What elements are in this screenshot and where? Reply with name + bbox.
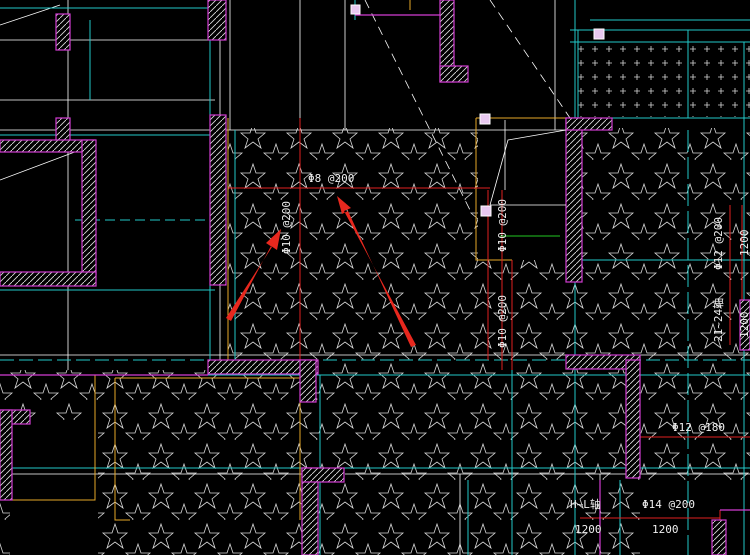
wall-segment	[209, 114, 227, 286]
wall-segment	[301, 467, 345, 483]
rebar-label-top: Φ8 @200	[308, 172, 354, 185]
rebar-label-center-lower: Φ10 @200	[496, 295, 509, 348]
dimension-label-bottom-left: 1200	[575, 523, 602, 536]
rebar-label-right-lower: Φ12 @180	[672, 421, 725, 434]
slab-hatch-plus-top-right	[578, 42, 750, 117]
dimension-label-right-top: 1200	[738, 230, 750, 257]
grip-square[interactable]	[593, 28, 605, 40]
dimension-label-bottom-right: 1200	[652, 523, 679, 536]
wall-segment	[55, 13, 71, 51]
wall-segment	[81, 139, 97, 276]
axis-range-label-right: 21~24轴	[711, 298, 725, 342]
opening-void	[478, 118, 566, 260]
wall-segment	[0, 139, 96, 153]
cad-drawing-canvas[interactable]: Φ8 @200 Φ10 @200 Φ10 @200 Φ10 @200 Φ12 @…	[0, 0, 750, 555]
grip-square[interactable]	[480, 205, 492, 217]
axis-range-label-bottom: H~L轴	[570, 497, 601, 511]
void-lower-left	[10, 420, 98, 555]
rebar-label-center-upper: Φ10 @200	[496, 199, 509, 252]
wall-segment	[299, 359, 317, 403]
rebar-label-left-vertical: Φ10 @200	[280, 201, 293, 254]
wall-segment	[0, 271, 97, 287]
wall-segment	[625, 359, 641, 479]
wall-segment	[565, 117, 613, 131]
wall-segment	[0, 409, 13, 501]
rebar-label-right: Φ12 @200	[712, 217, 725, 270]
wall-segment	[439, 65, 469, 83]
slab-hatch-lower-right	[640, 360, 750, 480]
grip-square[interactable]	[350, 4, 361, 15]
dimension-label-right-bottom: 1200	[738, 312, 750, 339]
wall-segment	[711, 519, 727, 555]
wall-segment	[207, 0, 227, 41]
rebar-label-bottom: Φ14 @200	[642, 498, 695, 511]
grip-square[interactable]	[479, 113, 491, 125]
wall-segment	[565, 117, 583, 283]
